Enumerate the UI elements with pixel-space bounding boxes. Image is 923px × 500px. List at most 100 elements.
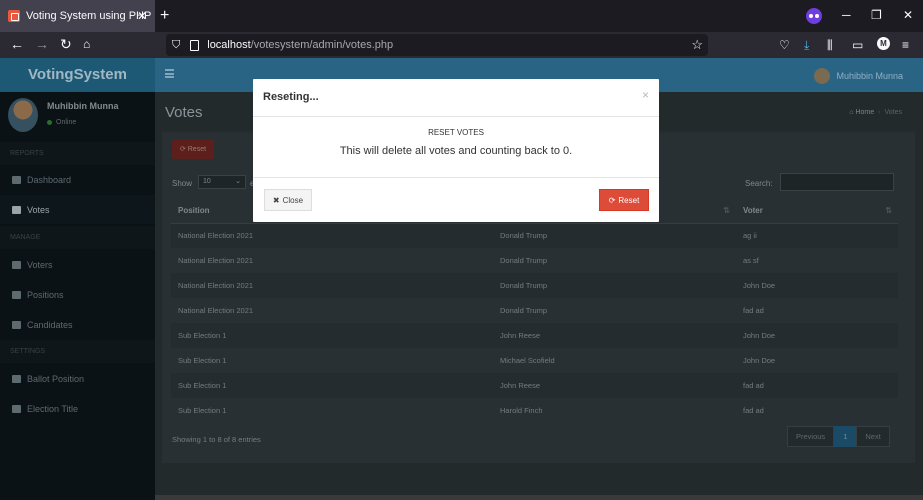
modal-header: Reseting... ×	[253, 79, 659, 117]
cell-voter: fad ad	[743, 406, 764, 415]
lock-icon	[12, 205, 21, 214]
sidebar-item-candidates[interactable]: Candidates	[0, 310, 155, 339]
sidebar-user-name: Muhibbin Munna	[47, 101, 119, 111]
user-avatar	[8, 98, 38, 132]
reload-icon[interactable]: ↻	[60, 36, 72, 53]
show-label: Show	[172, 179, 193, 188]
cell-voter: John Doe	[736, 323, 898, 348]
sidebar-item-election-title[interactable]: Election Title	[0, 394, 155, 423]
private-browsing-icon	[806, 8, 822, 24]
breadcrumb-home[interactable]: Home	[855, 109, 874, 116]
bookmark-star-icon[interactable]: ☆	[691, 37, 703, 53]
search-label: Search:	[745, 179, 773, 188]
cell-voter: fad ad	[736, 373, 898, 398]
pagination-page-1[interactable]: 1	[834, 426, 857, 447]
tab-title: Voting System using PHP	[26, 10, 152, 22]
page-title: Votes	[165, 104, 203, 121]
top-user-name: Muhibbin Munna	[836, 71, 903, 81]
app-logo[interactable]: VotingSystem	[0, 58, 155, 92]
back-arrow-icon[interactable]: ←	[10, 36, 24, 52]
cell-position: Sub Election 1	[171, 323, 493, 348]
sidebar-item-ballot-position[interactable]: Ballot Position	[0, 364, 155, 393]
breadcrumb-current: Votes	[884, 109, 902, 116]
cell-candidate: John Reese	[493, 373, 736, 398]
cell-voter: John Doe	[736, 273, 898, 298]
cell-position: National Election 2021	[171, 273, 493, 298]
table-info: Showing 1 to 8 of 8 entries	[172, 435, 261, 444]
window-close-button[interactable]: ✕	[903, 8, 913, 22]
menu-header-reports: REPORTS	[0, 142, 155, 165]
sidebar-item-dashboard[interactable]: Dashboard	[0, 165, 155, 194]
restore-button[interactable]: ❐	[871, 8, 882, 22]
pagination-next[interactable]: Next	[856, 426, 890, 447]
url-text: localhost/votesystem/admin/votes.php	[207, 39, 394, 51]
table-row: Sub Election 1 John Reese John Doe	[171, 323, 898, 348]
close-icon[interactable]: ×	[642, 88, 649, 102]
table-row: Sub Election 1 Michael Scofield John Doe	[171, 348, 898, 373]
sidebar-item-positions[interactable]: Positions	[0, 280, 155, 309]
home-icon[interactable]: ⌂	[83, 37, 90, 51]
sidebar-item-voters[interactable]: Voters	[0, 250, 155, 279]
top-user-menu[interactable]: Muhibbin Munna	[814, 68, 903, 84]
pocket-icon[interactable]: ♡	[779, 38, 790, 52]
cell-candidate: Harold Finch	[500, 406, 543, 415]
search-input[interactable]	[780, 173, 894, 191]
cell-position: National Election 2021	[178, 306, 254, 315]
user-status: Online	[47, 119, 76, 126]
menu-header-manage: MANAGE	[0, 226, 155, 249]
hamburger-icon[interactable]	[165, 69, 174, 78]
pagination: Previous 1 Next	[787, 426, 890, 447]
browser-tab[interactable]: Voting System using PHP ✕	[0, 0, 155, 32]
horizontal-scrollbar[interactable]	[155, 495, 923, 500]
shield-icon: ⛉	[172, 38, 181, 51]
file-icon	[12, 374, 21, 383]
sidebar-item-votes[interactable]: Votes	[0, 195, 155, 224]
url-bar[interactable]: ⛉ localhost/votesystem/admin/votes.php ☆	[166, 34, 708, 56]
menu-header-settings: SETTINGS	[0, 340, 155, 363]
cell-position: Sub Election 1	[178, 356, 227, 365]
table-row: Sub Election 1 John Reese fad ad	[171, 373, 898, 398]
page-icon	[190, 39, 200, 51]
cell-position: Sub Election 1	[178, 406, 227, 415]
id-card-icon	[12, 320, 21, 329]
cell-position: Sub Election 1	[171, 373, 493, 398]
new-tab-button[interactable]: +	[160, 7, 169, 25]
confirm-reset-button[interactable]: ⟳ Reset	[599, 189, 649, 211]
cell-candidate: Michael Scofield	[500, 356, 555, 365]
cell-candidate: Donald Trump	[493, 223, 736, 248]
refresh-icon: ⟳	[179, 146, 188, 153]
sidebar-toggle-icon[interactable]: ▭	[852, 38, 863, 52]
breadcrumb-separator: ›	[878, 109, 881, 116]
modal-message: This will delete all votes and counting …	[339, 145, 573, 157]
pagination-previous[interactable]: Previous	[787, 426, 835, 447]
online-dot-icon	[47, 120, 52, 125]
votes-table: Position ⇅ Voter ⇅ National Election 2021…	[171, 199, 898, 423]
modal-title: Reseting...	[263, 91, 319, 103]
profile-avatar[interactable]: M	[877, 37, 890, 50]
forward-arrow-icon[interactable]: →	[35, 36, 49, 52]
entries-select[interactable]: 10 ⌄	[198, 175, 246, 189]
cell-candidate: Donald Trump	[500, 306, 548, 315]
modal-subtitle: RESET VOTES	[428, 128, 484, 137]
download-icon[interactable]: ⤓	[804, 38, 809, 53]
tab-close-icon[interactable]: ✕	[137, 9, 147, 23]
reset-votes-button[interactable]: ⟳ Reset	[172, 140, 214, 159]
column-header-voter[interactable]: Voter ⇅	[736, 199, 898, 224]
close-button[interactable]: ✖ Close	[264, 189, 312, 211]
table-row: National Election 2021 Donald Trump ag ii	[171, 223, 898, 248]
sort-icon: ⇅	[885, 206, 892, 216]
browser-tabbar: Voting System using PHP ✕ + ─ ❐ ✕	[0, 0, 923, 32]
menu-icon[interactable]: ≡	[902, 38, 909, 52]
cell-voter: fad ad	[743, 306, 764, 315]
cell-candidate: Donald Trump	[493, 273, 736, 298]
close-icon: ✖	[272, 195, 280, 205]
cell-position: National Election 2021	[178, 256, 254, 265]
dashboard-icon	[12, 175, 21, 184]
avatar	[814, 68, 831, 84]
cell-voter: as sf	[743, 256, 759, 265]
modal-body: RESET VOTES This will delete all votes a…	[253, 117, 659, 178]
favicon-icon	[8, 10, 20, 22]
sidebar: Muhibbin Munna Online REPORTS Dashboard …	[0, 92, 155, 500]
minimize-button[interactable]: ─	[842, 8, 851, 22]
library-icon[interactable]: ⫼	[827, 38, 833, 53]
